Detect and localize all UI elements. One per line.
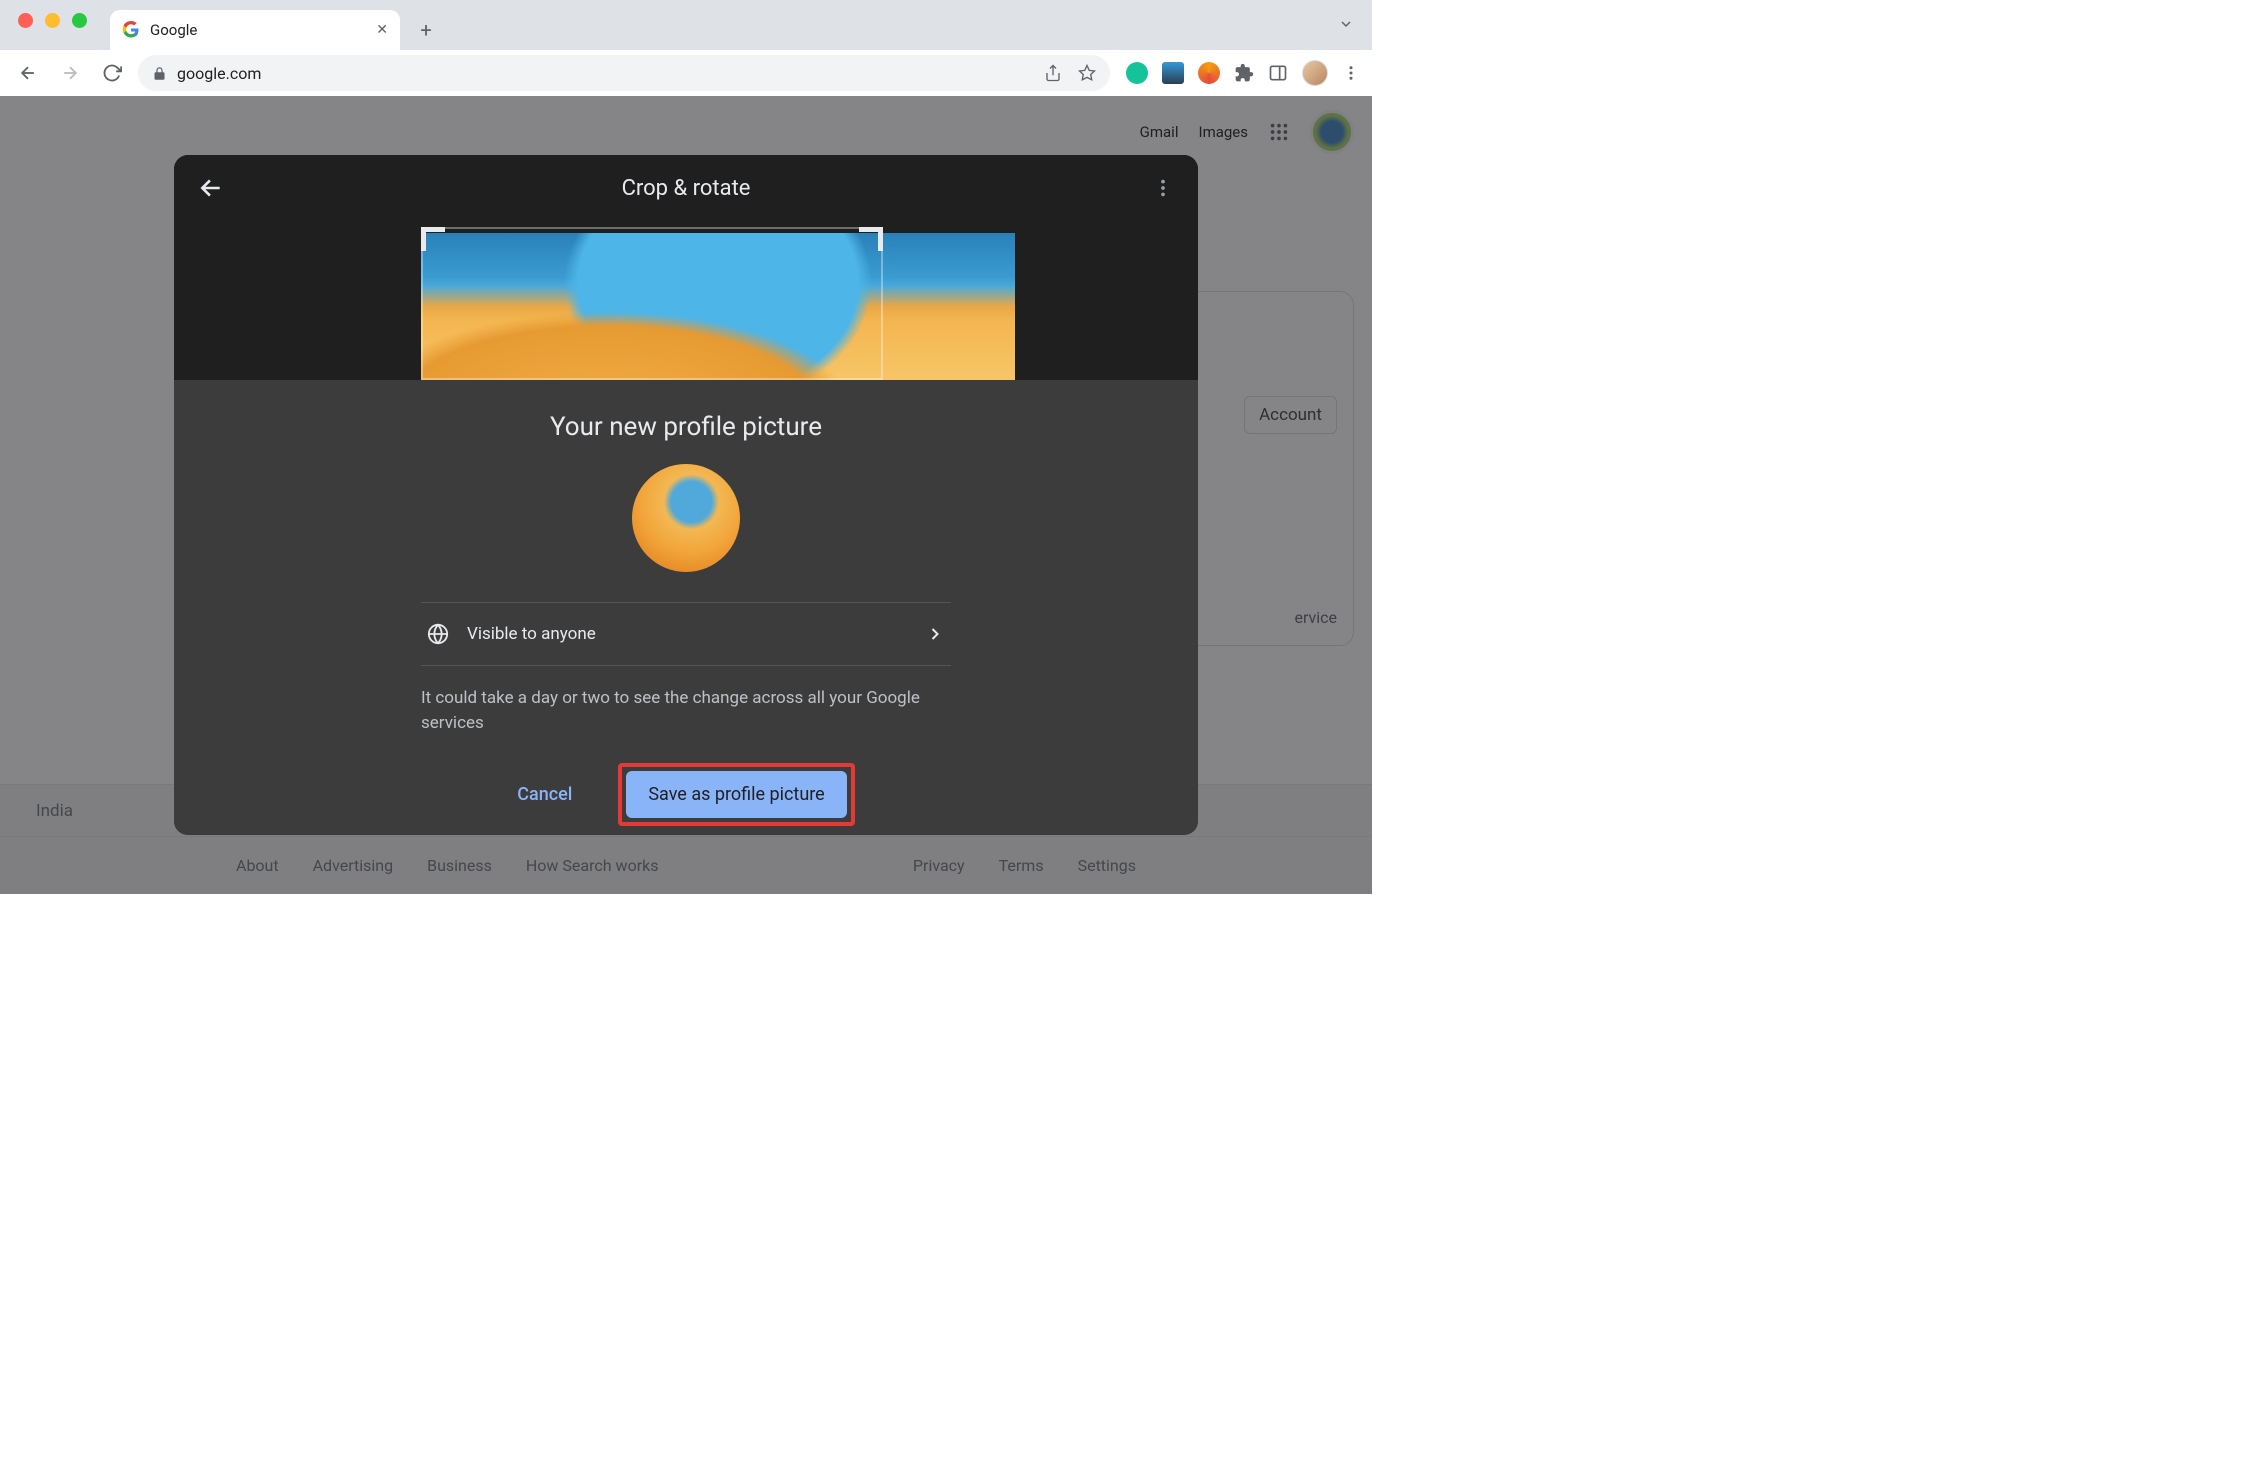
crop-handle-top-right[interactable]: [859, 227, 883, 251]
maximize-window-button[interactable]: [72, 13, 87, 28]
save-as-profile-picture-button[interactable]: Save as profile picture: [626, 771, 846, 818]
crop-rotate-section: Crop & rotate: [174, 155, 1198, 380]
profile-picture-modal: Crop & rotate Your new profile picture V…: [174, 155, 1198, 835]
tab-title: Google: [150, 21, 366, 39]
more-options-button[interactable]: [1152, 177, 1174, 199]
back-button[interactable]: [12, 57, 44, 89]
arrow-left-icon: [198, 175, 224, 201]
extension-icon-3[interactable]: [1198, 62, 1220, 84]
google-favicon-icon: [122, 21, 140, 39]
sidepanel-icon[interactable]: [1268, 63, 1288, 83]
browser-tab[interactable]: Google ✕: [110, 10, 400, 50]
new-tab-button[interactable]: +: [410, 14, 442, 46]
close-window-button[interactable]: [18, 13, 33, 28]
action-buttons: Cancel Save as profile picture: [174, 763, 1198, 826]
back-button[interactable]: [198, 175, 224, 201]
modal-title: Crop & rotate: [622, 176, 751, 201]
tab-strip: Google ✕ +: [0, 0, 1372, 50]
visibility-label: Visible to anyone: [467, 624, 907, 644]
more-vertical-icon: [1152, 177, 1174, 199]
browser-chrome: Google ✕ + google.com: [0, 0, 1372, 96]
arrow-right-icon: [60, 63, 80, 83]
grammarly-extension-icon[interactable]: [1126, 62, 1148, 84]
address-bar[interactable]: google.com: [138, 55, 1110, 91]
chrome-menu-icon[interactable]: [1342, 64, 1360, 82]
minimize-window-button[interactable]: [45, 13, 60, 28]
close-tab-icon[interactable]: ✕: [376, 22, 388, 38]
profile-picture-preview: [632, 464, 740, 572]
lock-icon: [152, 66, 167, 81]
confirm-sheet: Your new profile picture Visible to anyo…: [174, 380, 1198, 835]
url-text: google.com: [177, 64, 261, 83]
visibility-row[interactable]: Visible to anyone: [421, 602, 951, 666]
save-button-highlight: Save as profile picture: [618, 763, 854, 826]
extensions-puzzle-icon[interactable]: [1234, 63, 1254, 83]
share-icon[interactable]: [1044, 64, 1062, 82]
crop-frame[interactable]: [421, 227, 883, 380]
tab-list-dropdown-icon[interactable]: [1338, 16, 1354, 32]
window-controls: [18, 13, 87, 28]
sheet-title: Your new profile picture: [174, 412, 1198, 442]
reload-button[interactable]: [96, 57, 128, 89]
globe-icon: [427, 623, 449, 645]
forward-button: [54, 57, 86, 89]
star-icon[interactable]: [1078, 64, 1096, 82]
crop-handle-top-left[interactable]: [421, 227, 445, 251]
arrow-left-icon: [18, 63, 38, 83]
chrome-profile-avatar[interactable]: [1302, 60, 1328, 86]
notice-text: It could take a day or two to see the ch…: [421, 686, 951, 735]
cancel-button[interactable]: Cancel: [517, 784, 572, 805]
chevron-right-icon: [925, 624, 945, 644]
screenshot-extension-icon[interactable]: [1162, 62, 1184, 84]
crop-area[interactable]: [421, 227, 951, 380]
reload-icon: [102, 63, 122, 83]
browser-toolbar: google.com: [0, 50, 1372, 96]
extensions-row: [1126, 60, 1360, 86]
